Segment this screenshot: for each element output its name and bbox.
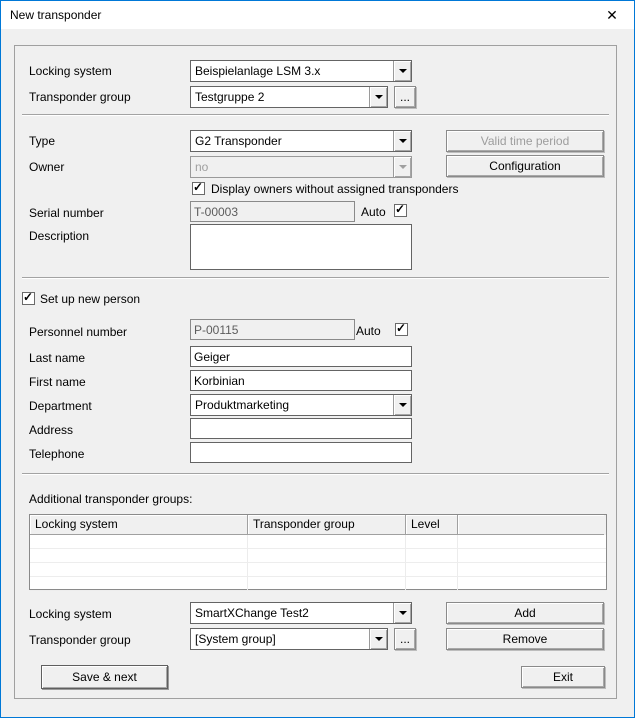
table-cell xyxy=(30,535,248,548)
owner-label: Owner xyxy=(29,160,64,174)
chevron-down-icon[interactable] xyxy=(393,395,411,415)
department-value: Produktmarketing xyxy=(191,398,393,412)
locking-system-value: Beispielanlage LSM 3.x xyxy=(191,64,393,78)
table-row xyxy=(30,549,606,563)
locking-system-label: Locking system xyxy=(29,64,112,78)
remove-button[interactable]: Remove xyxy=(446,628,604,650)
first-name-input[interactable] xyxy=(190,370,412,391)
department-label: Department xyxy=(29,399,92,413)
table-cell xyxy=(406,577,458,590)
personnel-number-input xyxy=(190,319,355,340)
table-header-locking-system[interactable]: Locking system xyxy=(30,515,248,535)
setup-person-label: Set up new person xyxy=(40,292,140,306)
department-select[interactable]: Produktmarketing xyxy=(190,394,412,416)
additional-groups-table[interactable]: Locking systemTransponder groupLevel xyxy=(29,514,607,590)
description-label: Description xyxy=(29,229,89,243)
table-row xyxy=(30,563,606,577)
table-header-row: Locking systemTransponder groupLevel xyxy=(30,515,606,535)
table-cell xyxy=(458,563,604,576)
add-transponder-group-label: Transponder group xyxy=(29,633,131,647)
save-next-button[interactable]: Save & next xyxy=(41,665,168,689)
address-input[interactable] xyxy=(190,418,412,439)
telephone-input[interactable] xyxy=(190,442,412,463)
valid-time-period-button: Valid time period xyxy=(446,130,604,152)
table-cell xyxy=(248,563,406,576)
telephone-label: Telephone xyxy=(29,447,84,461)
table-row xyxy=(30,535,606,549)
table-cell xyxy=(30,577,248,590)
locking-system-select[interactable]: Beispielanlage LSM 3.x xyxy=(190,60,412,82)
serial-number-label: Serial number xyxy=(29,206,104,220)
add-button[interactable]: Add xyxy=(446,602,604,624)
type-select[interactable]: G2 Transponder xyxy=(190,130,412,152)
add-locking-system-label: Locking system xyxy=(29,607,112,621)
table-cell xyxy=(458,549,604,562)
close-icon: ✕ xyxy=(606,7,618,24)
exit-button[interactable]: Exit xyxy=(521,666,605,688)
separator-transponder xyxy=(22,277,609,279)
type-value: G2 Transponder xyxy=(191,134,393,148)
table-cell xyxy=(30,549,248,562)
transponder-group-select[interactable]: Testgruppe 2 xyxy=(190,86,388,108)
chevron-down-icon[interactable] xyxy=(393,61,411,81)
setup-person-checkbox[interactable] xyxy=(22,292,35,305)
first-name-label: First name xyxy=(29,375,86,389)
close-button[interactable]: ✕ xyxy=(592,1,632,29)
table-cell xyxy=(30,563,248,576)
browse-add-transponder-group-button[interactable]: ... xyxy=(394,628,416,650)
new-transponder-dialog: New transponder ✕ Locking system Beispie… xyxy=(0,0,635,718)
separator-top xyxy=(22,114,609,116)
additional-groups-title: Additional transponder groups: xyxy=(29,492,192,506)
table-header-transponder-group[interactable]: Transponder group xyxy=(248,515,406,535)
table-cell xyxy=(248,549,406,562)
chevron-down-icon[interactable] xyxy=(393,131,411,151)
table-cell xyxy=(458,577,604,590)
add-locking-system-select[interactable]: SmartXChange Test2 xyxy=(190,602,412,624)
table-cell xyxy=(406,549,458,562)
table-row xyxy=(30,577,606,591)
add-locking-system-value: SmartXChange Test2 xyxy=(191,606,393,620)
separator-person xyxy=(22,473,609,475)
add-transponder-group-value: [System group] xyxy=(191,632,369,646)
table-cell xyxy=(248,577,406,590)
display-owners-checkbox[interactable] xyxy=(192,182,205,195)
transponder-group-label: Transponder group xyxy=(29,90,131,104)
table-cell xyxy=(458,535,604,548)
table-body xyxy=(30,535,606,591)
configuration-button[interactable]: Configuration xyxy=(446,155,604,177)
add-transponder-group-select[interactable]: [System group] xyxy=(190,628,388,650)
chevron-down-icon xyxy=(393,157,411,177)
owner-value: no xyxy=(191,160,393,174)
type-label: Type xyxy=(29,134,55,148)
window-title: New transponder xyxy=(10,8,101,22)
serial-number-input xyxy=(190,201,355,222)
transponder-group-value: Testgruppe 2 xyxy=(191,90,369,104)
serial-auto-checkbox[interactable] xyxy=(394,204,407,217)
table-cell xyxy=(406,563,458,576)
personnel-auto-checkbox[interactable] xyxy=(395,323,408,336)
chevron-down-icon[interactable] xyxy=(369,629,387,649)
serial-auto-label: Auto xyxy=(361,205,386,219)
last-name-label: Last name xyxy=(29,351,85,365)
browse-transponder-group-button[interactable]: ... xyxy=(394,86,416,108)
table-cell xyxy=(248,535,406,548)
table-header-blank[interactable] xyxy=(458,515,604,535)
chevron-down-icon[interactable] xyxy=(393,603,411,623)
title-bar: New transponder ✕ xyxy=(1,1,634,29)
description-input[interactable] xyxy=(190,224,412,270)
chevron-down-icon[interactable] xyxy=(369,87,387,107)
table-cell xyxy=(406,535,458,548)
personnel-auto-label: Auto xyxy=(356,324,381,338)
personnel-number-label: Personnel number xyxy=(29,325,127,339)
table-header-level[interactable]: Level xyxy=(406,515,458,535)
address-label: Address xyxy=(29,423,73,437)
last-name-input[interactable] xyxy=(190,346,412,367)
display-owners-label: Display owners without assigned transpon… xyxy=(211,182,458,196)
owner-select: no xyxy=(190,156,412,178)
